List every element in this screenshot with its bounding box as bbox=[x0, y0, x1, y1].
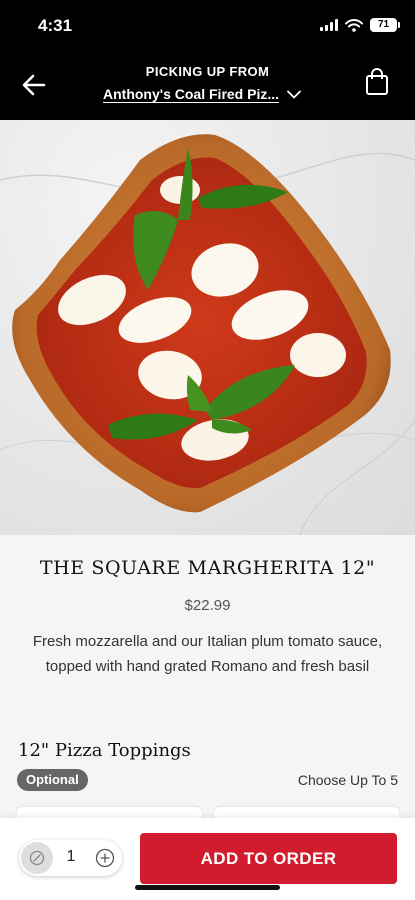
pickup-header: PICKING UP FROM Anthony's Coal Fired Piz… bbox=[0, 50, 415, 120]
status-bar: 4:31 71 bbox=[0, 0, 415, 50]
quantity-stepper: 1 bbox=[19, 840, 122, 876]
signal-icon bbox=[320, 19, 338, 31]
chevron-down-icon[interactable] bbox=[287, 90, 301, 99]
battery-icon: 71 bbox=[370, 18, 400, 32]
product-title: THE SQUARE MARGHERITA 12" bbox=[39, 557, 376, 579]
status-time: 4:31 bbox=[38, 16, 73, 35]
pizza-photo bbox=[0, 120, 415, 535]
store-name[interactable]: Anthony's Coal Fired Piz... bbox=[103, 86, 279, 102]
optional-badge: Optional bbox=[17, 769, 88, 791]
status-icons: 71 bbox=[320, 17, 400, 33]
wifi-icon bbox=[345, 18, 363, 32]
minus-icon bbox=[29, 850, 45, 866]
product-description: Fresh mozzarella and our Italian plum to… bbox=[32, 633, 383, 675]
pizza-illustration bbox=[0, 134, 415, 535]
add-to-order-button[interactable]: ADD TO ORDER bbox=[140, 833, 397, 884]
product-info: THE SQUARE MARGHERITA 12" $22.99 Fresh m… bbox=[0, 535, 415, 821]
choose-limit-label: Choose Up To 5 bbox=[297, 772, 398, 788]
home-indicator bbox=[135, 885, 280, 890]
store-selector[interactable]: Anthony's Coal Fired Piz... bbox=[103, 86, 301, 102]
shopping-bag-icon[interactable] bbox=[365, 68, 389, 96]
decrease-quantity-button[interactable] bbox=[21, 842, 53, 874]
product-price: $22.99 bbox=[184, 597, 231, 614]
plus-icon bbox=[95, 848, 115, 868]
quantity-value: 1 bbox=[66, 848, 76, 865]
increase-quantity-button[interactable] bbox=[94, 847, 116, 869]
pickup-label: PICKING UP FROM bbox=[145, 64, 270, 79]
toppings-title: 12" Pizza Toppings bbox=[18, 740, 191, 761]
